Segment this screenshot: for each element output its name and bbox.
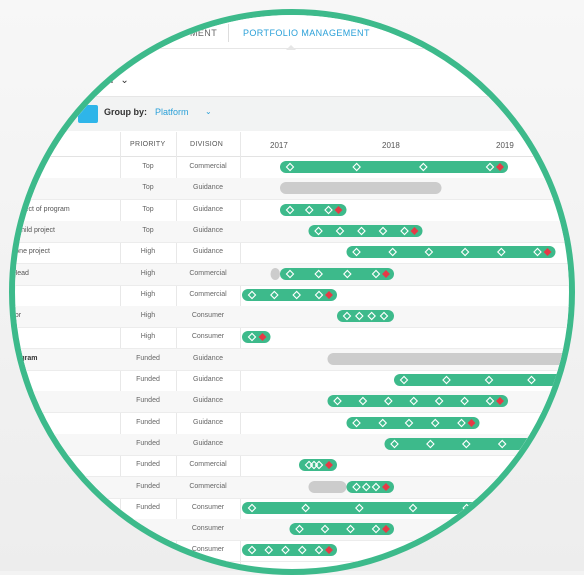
table-row[interactable]: Consumer	[15, 540, 569, 563]
toolbar: Group by: Platform ⌄	[15, 96, 569, 131]
timeline-bar[interactable]	[337, 310, 394, 323]
timeline-bar-planned[interactable]	[270, 267, 281, 280]
table-row[interactable]: HHRTopCommercial	[15, 157, 569, 179]
table-row[interactable]: Funded Commercial	[15, 455, 569, 478]
timeline-lane	[242, 544, 337, 557]
chevron-down-icon: ⌄	[205, 107, 212, 116]
table-row[interactable]: r ProgramFundedGuidance	[15, 348, 576, 371]
app-window: MENT PORTFOLIO MANAGEMENT on ⌄ Group by:…	[9, 15, 576, 569]
timeline-lane	[289, 523, 395, 536]
table-row[interactable]: Funded Consumer	[15, 498, 575, 520]
table-row[interactable]: ild project of program Top Guidance	[15, 200, 569, 222]
year-label-2018: 2018	[382, 141, 400, 150]
table-row[interactable]: ProjectFundedGuidance	[15, 391, 569, 414]
timeline-bar[interactable]	[280, 161, 508, 173]
timeline-lane	[280, 203, 347, 216]
table-row[interactable]: 00HighConsumer	[15, 327, 569, 350]
timeline-lane	[337, 310, 394, 323]
table-row[interactable]: Funded Commercial	[15, 476, 569, 499]
project-name[interactable]: 00	[9, 291, 12, 298]
table-row[interactable]: or HeadHighCommercial	[15, 263, 569, 286]
timeline-lane	[308, 480, 394, 493]
timeline-lane	[242, 501, 575, 514]
timeline-lane	[299, 459, 337, 472]
timeline-bar-planned[interactable]	[280, 182, 442, 195]
table-row[interactable]: 00HighCommercial	[9, 285, 569, 307]
top-navigation: MENT PORTFOLIO MANAGEMENT	[15, 15, 569, 50]
timeline-bar[interactable]	[384, 437, 576, 450]
group-by-label: Group by:	[104, 107, 147, 117]
table-row[interactable]: edConsumer	[15, 519, 569, 542]
group-by-select[interactable]: Platform	[155, 107, 189, 117]
view-selector[interactable]: on ⌄	[100, 72, 129, 86]
table-row[interactable]: 2nd child project Top Guidance	[15, 220, 569, 243]
timeline-bar[interactable]	[280, 267, 394, 280]
column-header-division[interactable]: DIVISION	[190, 141, 223, 148]
table-row[interactable]: 1880FundedGuidance	[15, 370, 575, 392]
tab-portfolio-management[interactable]: PORTFOLIO MANAGEMENT	[243, 28, 370, 38]
timeline-bar[interactable]	[289, 523, 395, 536]
table-row[interactable]: Top Guidance	[15, 178, 569, 201]
table-header: PRIORITY DIVISION 2017 2018 2019	[15, 132, 569, 157]
timeline-lane	[280, 182, 442, 195]
table-row[interactable]: Funded Guidance	[15, 413, 569, 435]
view-label: on	[100, 72, 114, 86]
timeline-bar[interactable]	[346, 246, 556, 259]
chevron-down-icon: ⌄	[120, 75, 129, 86]
timeline-bar-planned[interactable]	[327, 352, 576, 365]
table-row[interactable]: d alone projectHighGuidance	[15, 242, 569, 265]
timeline-lane	[242, 331, 271, 344]
timeline-lane	[346, 246, 556, 259]
nav-divider	[228, 24, 229, 42]
active-tab-indicator	[286, 45, 296, 50]
year-label-2019: 2019	[496, 141, 514, 150]
table-row[interactable]: Funded Guidance	[15, 433, 576, 456]
timeline-lane	[270, 267, 394, 280]
toolbar-button[interactable]	[78, 105, 98, 123]
timeline-lane	[280, 161, 508, 173]
table-row[interactable]: RotorHighConsumer	[15, 306, 569, 329]
timeline-lane	[384, 437, 576, 450]
timeline-lane	[346, 416, 480, 429]
timeline-bar-planned[interactable]	[308, 480, 347, 493]
year-label-2017: 2017	[270, 141, 288, 150]
timeline-lane	[394, 374, 575, 386]
timeline-bar[interactable]	[394, 374, 575, 386]
timeline-lane	[327, 352, 576, 365]
column-header-priority[interactable]: PRIORITY	[130, 141, 165, 148]
tab-management[interactable]: MENT	[190, 28, 217, 38]
timeline-lane	[327, 395, 508, 408]
timeline-lane	[308, 224, 423, 237]
timeline-bar[interactable]	[242, 501, 575, 514]
circular-viewport: MENT PORTFOLIO MANAGEMENT on ⌄ Group by:…	[9, 9, 575, 575]
timeline-lane	[242, 288, 337, 301]
